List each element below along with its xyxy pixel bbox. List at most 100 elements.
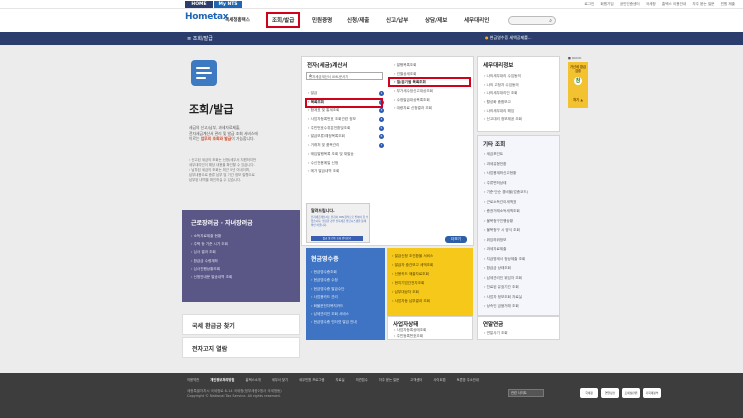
list-item[interactable]: › 현금영수증조회 bbox=[311, 268, 357, 276]
footer-link[interactable]: 사이트맵 bbox=[433, 378, 445, 382]
e-notice-button[interactable]: 전자고지 열람 bbox=[182, 337, 300, 358]
footer-link[interactable]: 자료실 bbox=[335, 378, 344, 382]
list-item[interactable]: › 과세유형전환 bbox=[484, 160, 560, 170]
list-item[interactable]: › 불복청구 시 양식 조회 bbox=[484, 226, 560, 236]
footer-logo[interactable]: 국세청 bbox=[580, 388, 598, 398]
list-item[interactable]: › 불복청구진행상황 bbox=[484, 217, 560, 227]
my-nts-tab[interactable]: My NTS bbox=[214, 1, 242, 8]
menu-apply-submit[interactable]: 신청/제출 bbox=[347, 16, 369, 24]
footer-logo[interactable]: 연말정산 bbox=[601, 388, 619, 398]
footer-link[interactable]: 이용약관 bbox=[187, 378, 199, 382]
notice-button[interactable]: 발급 및 전송 조회 안내보기 bbox=[311, 236, 363, 241]
refund-search-button[interactable]: 국세 환급금 찾기 bbox=[182, 314, 300, 335]
list-item[interactable]: › 신청안내문 발송내역 조회 bbox=[191, 273, 232, 281]
footer-link[interactable]: 개인정보처리방침 bbox=[210, 378, 234, 382]
quick-bottom-text[interactable]: 쳐기 ▲ bbox=[569, 97, 587, 102]
nts-link[interactable]: 국세청 bbox=[646, 2, 656, 6]
list-item[interactable]: › 사업자등 납부결과 조회 bbox=[392, 297, 433, 306]
more-button[interactable]: 더보기 bbox=[445, 236, 467, 243]
footer-link[interactable]: 세무민원 프로그램 bbox=[299, 378, 324, 382]
list-item[interactable]: › 환급금 상태조회 bbox=[484, 264, 560, 274]
list-item[interactable]: › 심사 결과 조회 bbox=[191, 248, 232, 256]
list-item[interactable]: › 위임하위정보 bbox=[484, 236, 560, 246]
list-item[interactable]: › 사업용카드 관리 bbox=[311, 293, 357, 301]
list-item[interactable]: › 메가 발급내역 조회 bbox=[308, 167, 374, 176]
list-item[interactable]: › 거래처 및 품목관리 7 bbox=[308, 141, 384, 150]
faq-link[interactable]: 자주 묻는 질문 bbox=[692, 2, 714, 6]
list-item[interactable]: › 현금영수증 인터넷 발급 안내 bbox=[311, 318, 357, 326]
list-item[interactable]: › 발행목록조회 bbox=[394, 61, 472, 70]
menu-certificate[interactable]: 민원증명 bbox=[312, 16, 332, 24]
list-item[interactable]: › 발급신청 조건환율 서비스 bbox=[392, 252, 433, 261]
list-item[interactable]: › 나의세무대리인 조회 bbox=[484, 89, 559, 98]
home-tab[interactable]: HOME bbox=[185, 1, 213, 8]
list-item[interactable]: › 환급금 수령계좌 bbox=[191, 257, 232, 265]
list-item[interactable]: › 신용카드 매출자료조회 bbox=[392, 270, 433, 279]
menu-report-pay[interactable]: 신고/납부 bbox=[386, 16, 408, 24]
list-item[interactable]: › 상속인 금융거래 조회 bbox=[484, 302, 560, 312]
quick-box[interactable]: 가산세 환급검증 참 쳐기 ▲ bbox=[568, 62, 588, 108]
complaint-link[interactable]: 민원 제출 bbox=[721, 2, 735, 6]
list-item[interactable]: › 사업자등록번호 조회관련 정보 4 bbox=[308, 115, 384, 124]
list-item[interactable]: › 수신전용메일 신청 bbox=[308, 159, 374, 168]
list-item[interactable]: › 진료된 유효기간 조회 bbox=[484, 283, 560, 293]
list-item[interactable]: › 현지기업간전자조회 bbox=[392, 279, 433, 288]
list-item[interactable]: › 증권거래소득세액조회 bbox=[484, 207, 560, 217]
nav-title[interactable]: ≡ 조회/발급 bbox=[187, 35, 213, 42]
login-link[interactable]: 로그인 bbox=[584, 2, 594, 6]
search-icon[interactable]: ⌕ bbox=[549, 18, 552, 24]
list-item[interactable]: › 나의 고정자 수임동의 bbox=[484, 81, 559, 90]
list-item[interactable]: › 발급자 중간보고 세액조회 bbox=[392, 261, 433, 270]
list-item[interactable]: › 심사진행상황조회 bbox=[191, 265, 232, 273]
list-item[interactable]: › 납세관리인 조회 서비스 bbox=[311, 310, 357, 318]
list-item[interactable]: › 부가세수정신고대상조회 bbox=[394, 87, 472, 96]
nav-notice[interactable]: ● 현금영수증 세액공제를... bbox=[485, 35, 532, 41]
hometax-logo[interactable]: Hometax bbox=[185, 12, 229, 22]
footer-logo[interactable]: 기획재정부 bbox=[643, 388, 661, 398]
footer-link[interactable]: 고객센터 bbox=[410, 378, 422, 382]
list-item[interactable]: › 기준·단순 경비율(업종코드) bbox=[484, 188, 560, 198]
related-sites-select[interactable]: 관련 사이트 bbox=[508, 389, 544, 397]
list-item[interactable]: › 세금포인트 bbox=[484, 150, 560, 160]
footer-link[interactable]: 홈택스소개 bbox=[246, 378, 261, 382]
list-item[interactable]: › 수정발급대상목록조회 bbox=[394, 96, 472, 105]
list-item[interactable]: › 사업자 정보조회 자료실 bbox=[484, 293, 560, 303]
etax-xml-input[interactable]: 전자세금계산서 XML문서기 ⌕ bbox=[306, 72, 383, 80]
list-item[interactable]: › 현금영수증 발급수단 bbox=[311, 285, 357, 293]
list-item[interactable]: › 지급명세서 정상제출 조회 bbox=[484, 255, 560, 265]
list-item[interactable]: › 납세관리인 위임자 조회 bbox=[484, 274, 560, 284]
search-input[interactable]: ⌕ bbox=[508, 16, 556, 25]
footer-link[interactable]: 의견접수 bbox=[356, 378, 368, 382]
footer-link[interactable]: 토론방 주소안내 bbox=[457, 378, 479, 382]
menu-tax-agent[interactable]: 세무대리인 bbox=[464, 16, 489, 24]
footer-logo[interactable]: 조세심판원 bbox=[622, 388, 640, 398]
list-item[interactable]: › 납부대상자 조회 bbox=[392, 288, 433, 297]
menu-lookup-issue[interactable]: 조회/발급 bbox=[266, 12, 301, 28]
cert-link[interactable]: 공인인증센터 bbox=[620, 2, 640, 6]
list-item[interactable]: › 매입발행목록 조회 및 재발송 bbox=[308, 150, 374, 159]
list-item[interactable]: › 활성화 종합보고 bbox=[484, 98, 559, 107]
signup-link[interactable]: 회원가입 bbox=[600, 2, 613, 6]
list-item[interactable]: › 사업용계좌신고현황 bbox=[484, 169, 560, 179]
list-item[interactable]: › 근로소득간이세액표 bbox=[484, 198, 560, 208]
footer-link[interactable]: 세무서 찾기 bbox=[272, 378, 288, 382]
list-item[interactable]: › 주민번호수취분전환및조회 5 bbox=[308, 124, 384, 133]
list-item[interactable]: › 연말사기 조회 bbox=[484, 330, 559, 336]
list-item[interactable]: › 주민등록번호조회 bbox=[394, 334, 469, 340]
list-item[interactable]: › 현금영수증 수정 bbox=[311, 276, 357, 284]
list-item[interactable]: › 대량자료 신청결과 조회 bbox=[394, 104, 472, 113]
list-item[interactable]: › 발급 1 bbox=[308, 89, 384, 98]
footer-link[interactable]: 자주 묻는 질문 bbox=[379, 378, 399, 382]
list-item[interactable]: › 나의세무대리 수임동의 bbox=[484, 72, 559, 81]
list-item[interactable]: › 신고대리 정보제공 조회 bbox=[484, 115, 559, 124]
menu-consult[interactable]: 상담/제보 bbox=[425, 16, 447, 24]
list-item[interactable]: › 발급보류/예정목록조회 6 bbox=[308, 132, 384, 141]
list-item[interactable]: › 화물운전자복지카드 bbox=[311, 302, 357, 310]
list-item[interactable]: › 주택 등 기준 시가 조회 bbox=[191, 240, 232, 248]
list-item[interactable]: › 주류면허상태 bbox=[484, 179, 560, 189]
list-item[interactable]: › 소득자료제출 현황 bbox=[191, 232, 232, 240]
list-item[interactable]: › 나의세무대리 해임 bbox=[484, 107, 559, 116]
guide-link[interactable]: 홈택스 이용안내 bbox=[662, 2, 686, 6]
search-icon[interactable]: ⌕ bbox=[309, 73, 381, 79]
list-item[interactable]: › 과세자료제출 bbox=[484, 245, 560, 255]
